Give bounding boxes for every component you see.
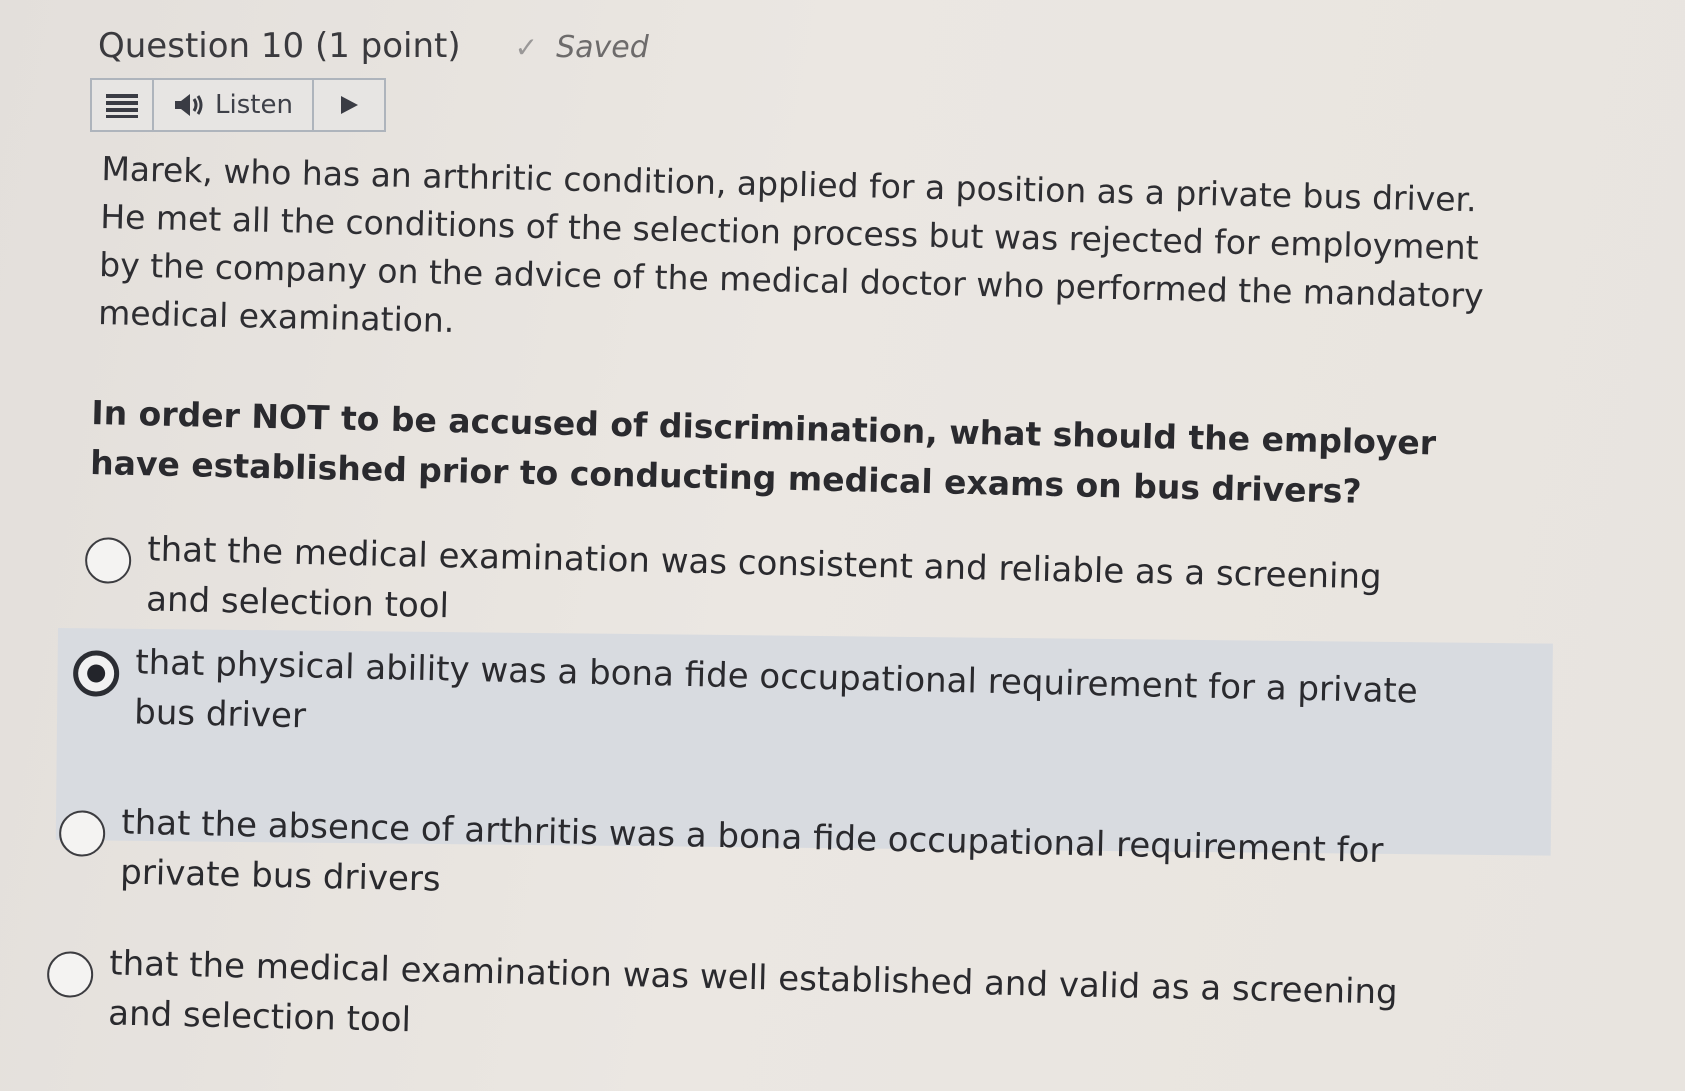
answer-option-4[interactable]: that the medical examination was well es…	[46, 937, 1400, 1068]
question-header: Question 10 (1 point) ✓ Saved	[98, 26, 649, 66]
hamburger-menu-icon	[106, 94, 138, 118]
question-passage: Marek, who has an arthritic condition, a…	[97, 148, 1485, 341]
question-prompt: In order NOT to be accused of discrimina…	[89, 392, 1437, 511]
radio-selected-dot	[86, 664, 106, 683]
speaker-icon	[175, 94, 203, 116]
listen-label: Listen	[215, 90, 293, 120]
radio-button[interactable]	[84, 536, 132, 585]
saved-label: Saved	[556, 30, 649, 65]
radio-button[interactable]	[58, 809, 106, 858]
listen-toolbar: Listen	[90, 78, 386, 132]
listen-button[interactable]: Listen	[154, 80, 314, 130]
play-icon	[341, 96, 358, 114]
question-title: Question 10 (1 point)	[98, 26, 461, 66]
option-label: that the medical examination was well es…	[107, 943, 1399, 1041]
radio-button[interactable]	[46, 950, 94, 999]
radio-button-selected[interactable]	[72, 649, 120, 698]
saved-status: ✓ Saved	[515, 30, 649, 65]
menu-button[interactable]	[92, 80, 154, 130]
play-button[interactable]	[314, 80, 384, 130]
checkmark-icon: ✓	[514, 31, 539, 64]
